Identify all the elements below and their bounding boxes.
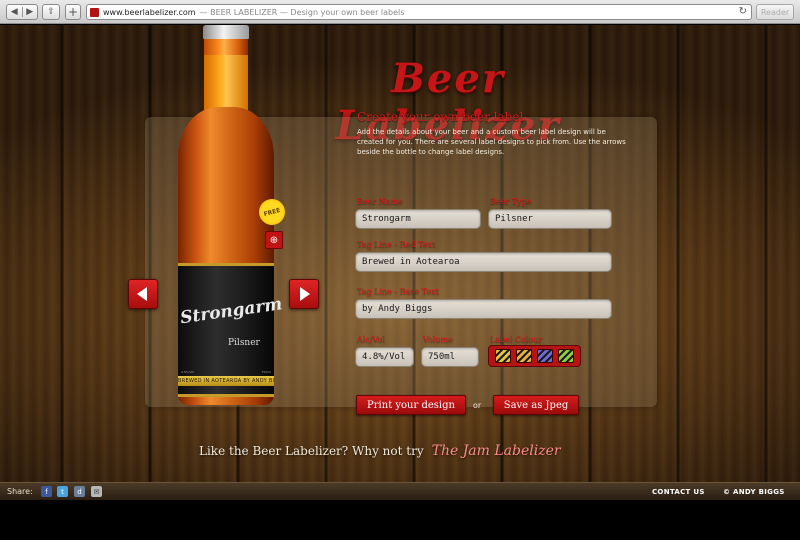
address-bar[interactable]: www.beerlabelizer.com — BEER LABELIZER —… [86,4,752,20]
abv-input[interactable]: 4.8%/Vol [355,347,414,367]
colour-swatch-1[interactable] [495,349,512,363]
copyright-text: © ANDY BIGGS [723,488,785,496]
page-title: — BEER LABELIZER — Design your own beer … [199,7,405,17]
promo-text: Like the Beer Labelizer? Why not try [199,444,424,458]
print-design-button[interactable]: Print your design [356,395,466,415]
digg-icon[interactable]: d [74,486,85,497]
volume-label: Volume [423,335,453,344]
form-intro: Add the details about your beer and a cu… [357,128,626,156]
arrow-left-icon [137,287,147,301]
blank-area [0,501,800,540]
favicon-icon [90,7,99,17]
form-heading: Create your own beer label [357,110,524,124]
label-tagline-strip: BREWED IN AOTEAROA BY ANDY BIGGS [178,376,274,386]
twitter-icon[interactable]: t [57,486,68,497]
label-colour-label: Label Colour [490,335,543,344]
colour-swatch-2[interactable] [516,349,533,363]
label-abv: 4.8%/Vol [181,370,195,374]
back-icon[interactable]: ◀ [7,7,23,17]
share-icon[interactable]: ⇪ [42,4,60,20]
zoom-icon[interactable]: ⊕ [265,231,283,249]
beer-name-input[interactable]: Strongarm [355,209,481,229]
tagline-bottom-input[interactable]: by Andy Biggs [355,299,612,319]
history-nav-group: ◀ ▶ [6,4,38,20]
tagline-top-label: Tag Line - Red Text [357,240,436,249]
beer-type-label: Beer Type [490,197,532,206]
share-label: Share: [7,487,33,496]
colour-swatch-3[interactable] [536,349,553,363]
bottle-cap [203,25,249,39]
label-volume: 750ml [261,370,271,374]
footer-bar: Share: f t d ✉ CONTACT US © ANDY BIGGS [0,482,800,500]
forward-icon[interactable]: ▶ [23,7,38,17]
colour-swatch-4[interactable] [557,349,574,363]
or-separator: or [473,401,482,410]
label-beer-type: Pilsner [228,338,260,348]
facebook-icon[interactable]: f [41,486,52,497]
arrow-right-icon [300,287,310,301]
previous-design-button[interactable] [128,279,158,309]
browser-toolbar: ◀ ▶ ⇪ + www.beerlabelizer.com — BEER LAB… [0,0,800,24]
tagline-bottom-label: Tag Line - Base Text [357,287,439,296]
url-text: www.beerlabelizer.com [103,7,196,17]
contact-us-link[interactable]: CONTACT US [652,488,705,496]
colour-swatches [488,345,581,367]
abv-label: Alc/Vol [357,335,385,344]
neck-label [204,55,248,111]
save-jpeg-button[interactable]: Save as Jpeg [493,395,579,415]
beer-name-label: Beer Name [357,197,403,206]
volume-input[interactable]: 750ml [421,347,479,367]
label-beer-name: Strongarm [179,294,284,329]
new-tab-button[interactable]: + [65,4,81,20]
tagline-top-input[interactable]: Brewed in Aotearoa [355,252,612,272]
email-icon[interactable]: ✉ [91,486,102,497]
beer-type-input[interactable]: Pilsner [488,209,612,229]
promo-line: Like the Beer Labelizer? Why not try The… [199,443,561,459]
reader-button[interactable]: Reader [756,4,794,20]
jam-labelizer-link[interactable]: The Jam Labelizer [432,443,561,459]
reload-icon[interactable]: ↻ [739,6,747,17]
next-design-button[interactable] [289,279,319,309]
bottle-label: Strongarm Pilsner 4.8%/Vol 750ml BREWED … [178,263,284,397]
